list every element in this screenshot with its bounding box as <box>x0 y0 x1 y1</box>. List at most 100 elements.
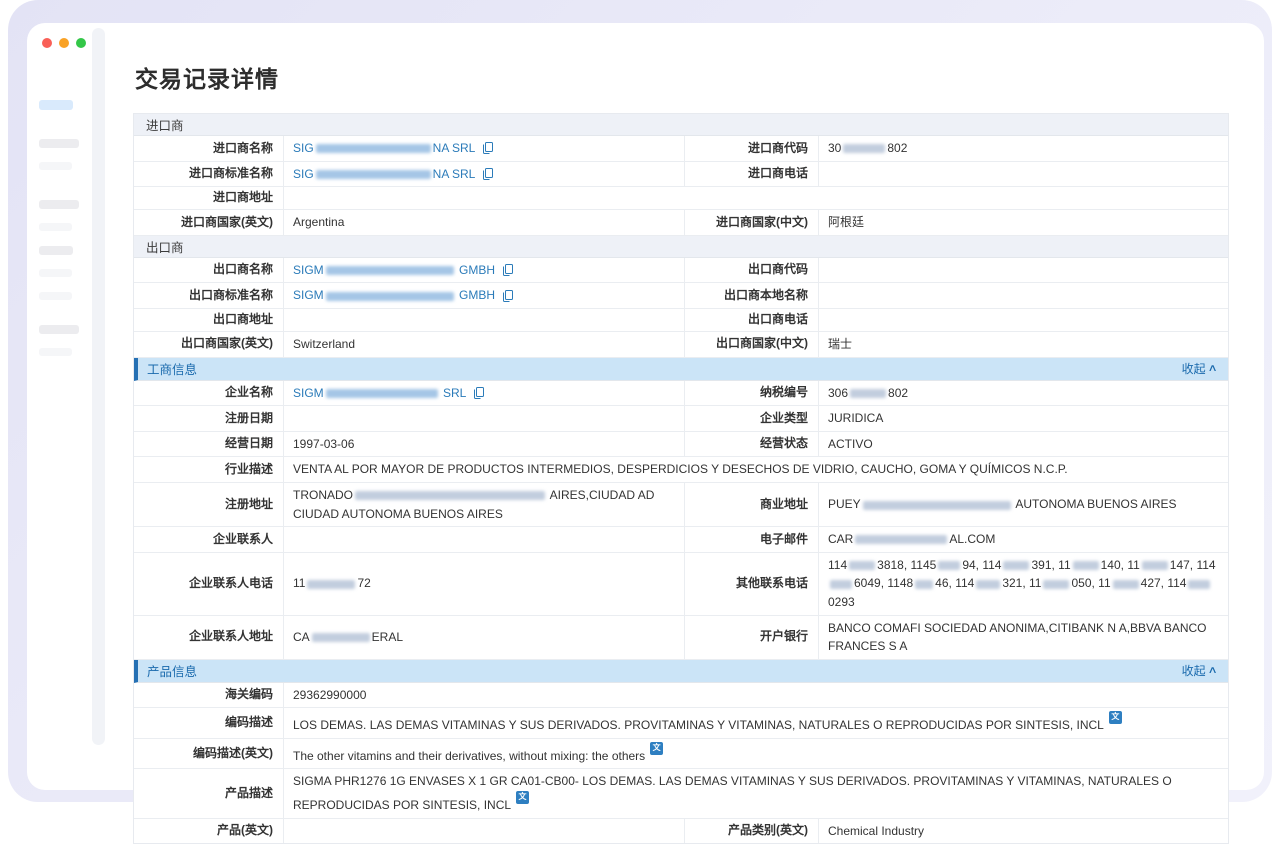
section-header: 进口商 <box>134 114 1228 136</box>
table-row: 编码描述LOS DEMAS. LAS DEMAS VITAMINAS Y SUS… <box>134 708 1228 739</box>
redacted-text <box>855 535 947 544</box>
copy-icon[interactable] <box>502 290 513 302</box>
row-label: 出口商地址 <box>134 309 284 331</box>
row-value: 1143818, 114594, 114391, 11140, 11147, 1… <box>819 553 1228 615</box>
table-row: 企业联系人电话1172其他联系电话1143818, 114594, 114391… <box>134 553 1228 616</box>
row-value[interactable]: SIGM SRL <box>284 381 684 406</box>
row-value: 瑞士 <box>819 332 1228 357</box>
skeleton-bar <box>39 200 79 209</box>
skeleton-bar <box>39 246 73 255</box>
row-value <box>819 309 1228 331</box>
row-label: 出口商名称 <box>134 258 284 283</box>
table-row: 出口商国家(英文)Switzerland出口商国家(中文)瑞士 <box>134 332 1228 358</box>
row-value: CARAL.COM <box>819 527 1228 552</box>
row-value[interactable]: SIGNA SRL <box>284 136 684 161</box>
row-value: 306802 <box>819 381 1228 406</box>
table-row: 产品(英文) 产品类别(英文)Chemical Industry <box>134 819 1228 844</box>
row-label: 出口商代码 <box>684 258 819 283</box>
close-button[interactable] <box>42 38 52 48</box>
row-label: 进口商国家(英文) <box>134 210 284 235</box>
copy-icon[interactable] <box>473 387 484 399</box>
row-value <box>819 258 1228 283</box>
redacted-text <box>849 561 875 570</box>
table-row: 海关编码29362990000 <box>134 683 1228 709</box>
window-controls <box>42 38 86 48</box>
copy-icon[interactable] <box>482 168 493 180</box>
redacted-text <box>326 389 438 398</box>
row-label: 注册日期 <box>134 406 284 431</box>
row-value <box>819 162 1228 187</box>
section-header: 出口商 <box>134 236 1228 258</box>
row-label: 企业联系人电话 <box>134 553 284 615</box>
chevron-up-icon: ∧ <box>1207 363 1217 374</box>
row-value: SIGMA PHR1276 1G ENVASES X 1 GR CA01-CB0… <box>284 769 1228 817</box>
table-row: 进口商名称SIGNA SRL进口商代码30802 <box>134 136 1228 162</box>
row-value <box>819 283 1228 308</box>
row-value: 30802 <box>819 136 1228 161</box>
row-label: 商业地址 <box>684 483 819 526</box>
row-value <box>284 309 684 331</box>
row-label: 产品(英文) <box>134 819 284 844</box>
row-label: 经营状态 <box>684 432 819 457</box>
row-label: 行业描述 <box>134 457 284 482</box>
row-label: 电子邮件 <box>684 527 819 552</box>
row-value: VENTA AL POR MAYOR DE PRODUCTOS INTERMED… <box>284 457 1228 482</box>
skeleton-bar <box>39 223 72 231</box>
skeleton-bar <box>39 348 72 356</box>
skeleton-bar <box>39 139 79 148</box>
collapse-button[interactable]: 收起∧ <box>1182 360 1216 377</box>
table-row: 编码描述(英文)The other vitamins and their der… <box>134 739 1228 770</box>
table-row: 注册地址TRONADO AIRES,CIUDAD AD CIUDAD AUTON… <box>134 483 1228 527</box>
row-label: 进口商国家(中文) <box>684 210 819 235</box>
row-value <box>284 527 684 552</box>
translate-icon[interactable]: 文A <box>650 742 663 755</box>
row-value: Chemical Industry <box>819 819 1228 844</box>
section-title: 工商信息 <box>147 359 197 378</box>
redacted-text <box>830 580 852 589</box>
redacted-text <box>312 633 370 642</box>
collapse-button[interactable]: 收起∧ <box>1182 662 1216 679</box>
redacted-text <box>326 292 454 301</box>
minimize-button[interactable] <box>59 38 69 48</box>
redacted-text <box>1113 580 1139 589</box>
row-value: PUEY AUTONOMA BUENOS AIRES <box>819 483 1228 526</box>
sidebar-divider <box>92 28 105 745</box>
row-label: 经营日期 <box>134 432 284 457</box>
redacted-text <box>938 561 960 570</box>
row-value: 阿根廷 <box>819 210 1228 235</box>
table-row: 经营日期1997-03-06经营状态ACTIVO <box>134 432 1228 458</box>
browser-window: 交易记录详情 进口商进口商名称SIGNA SRL进口商代码30802进口商标准名… <box>27 23 1264 790</box>
row-value[interactable]: SIGNA SRL <box>284 162 684 187</box>
redacted-text <box>976 580 1000 589</box>
row-label: 出口商标准名称 <box>134 283 284 308</box>
section-header: 产品信息 收起∧ <box>134 660 1228 683</box>
row-value[interactable]: SIGM GMBH <box>284 283 684 308</box>
redacted-text <box>316 170 431 179</box>
maximize-button[interactable] <box>76 38 86 48</box>
row-value: 1997-03-06 <box>284 432 684 457</box>
translate-icon[interactable]: 文A <box>1109 711 1122 724</box>
copy-icon[interactable] <box>482 142 493 154</box>
row-label: 进口商标准名称 <box>134 162 284 187</box>
row-label: 出口商国家(中文) <box>684 332 819 357</box>
redacted-text <box>1003 561 1029 570</box>
row-value <box>284 406 684 431</box>
table-row: 行业描述VENTA AL POR MAYOR DE PRODUCTOS INTE… <box>134 457 1228 483</box>
section-title: 产品信息 <box>147 661 197 680</box>
table-row: 企业联系人地址CAERAL开户银行BANCO COMAFI SOCIEDAD A… <box>134 616 1228 660</box>
row-value: The other vitamins and their derivatives… <box>284 739 1228 769</box>
row-value: 29362990000 <box>284 683 1228 708</box>
skeleton-bar <box>39 292 72 300</box>
row-value: 1172 <box>284 553 684 615</box>
detail-table: 进口商进口商名称SIGNA SRL进口商代码30802进口商标准名称SIGNA … <box>133 113 1229 844</box>
row-value[interactable]: SIGM GMBH <box>284 258 684 283</box>
page-title: 交易记录详情 <box>135 60 1229 94</box>
section-title: 出口商 <box>146 237 184 256</box>
row-label: 产品类别(英文) <box>684 819 819 844</box>
redacted-text <box>1142 561 1168 570</box>
sidebar-active-item-skeleton[interactable] <box>39 100 73 110</box>
section-title: 进口商 <box>146 115 184 134</box>
copy-icon[interactable] <box>502 264 513 276</box>
translate-icon[interactable]: 文A <box>516 791 529 804</box>
row-value: CAERAL <box>284 616 684 659</box>
